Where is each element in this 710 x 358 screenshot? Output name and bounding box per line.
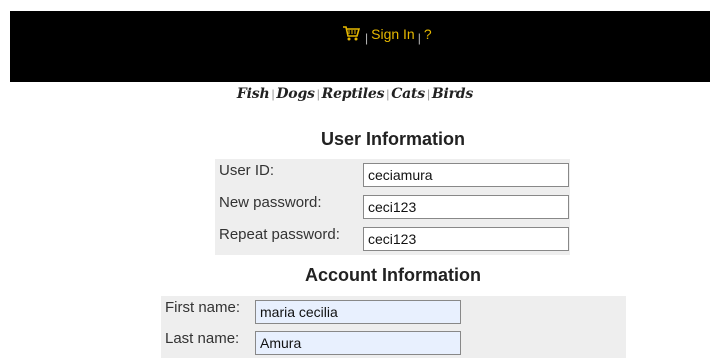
first-name-label: First name: bbox=[161, 296, 255, 327]
category-link-birds[interactable]: Birds bbox=[432, 86, 473, 102]
category-link-dogs[interactable]: Dogs bbox=[276, 86, 315, 102]
user-id-label: User ID: bbox=[215, 159, 360, 191]
category-separator: | bbox=[271, 87, 275, 101]
new-password-field[interactable] bbox=[363, 195, 569, 219]
category-separator: | bbox=[386, 87, 390, 101]
new-password-label: New password: bbox=[215, 191, 360, 223]
user-information-form: User ID: New password: Repeat password: bbox=[215, 159, 570, 255]
category-link-fish[interactable]: Fish bbox=[237, 86, 270, 102]
top-menu: | Sign In | ? bbox=[342, 23, 432, 45]
help-link[interactable]: ? bbox=[424, 26, 432, 42]
category-separator: | bbox=[316, 87, 320, 101]
category-link-reptiles[interactable]: Reptiles bbox=[322, 86, 385, 102]
user-information-heading: User Information bbox=[320, 129, 466, 149]
category-link-cats[interactable]: Cats bbox=[391, 86, 425, 102]
first-name-field[interactable] bbox=[255, 299, 461, 324]
last-name-label: Last name: bbox=[161, 327, 255, 358]
shopping-cart-icon[interactable] bbox=[342, 25, 360, 41]
category-menu: Fish | Dogs | Reptiles | Cats | Birds bbox=[0, 86, 710, 102]
user-id-field[interactable] bbox=[363, 163, 569, 187]
category-separator: | bbox=[426, 87, 430, 101]
repeat-password-label: Repeat password: bbox=[215, 223, 360, 255]
account-information-form: First name: Last name: bbox=[161, 296, 626, 358]
sign-in-link[interactable]: Sign In bbox=[371, 26, 415, 42]
top-banner bbox=[10, 11, 710, 82]
account-information-heading: Account Information bbox=[305, 265, 481, 285]
menu-separator: | bbox=[365, 31, 369, 45]
repeat-password-field[interactable] bbox=[363, 227, 569, 251]
menu-separator: | bbox=[417, 31, 421, 45]
